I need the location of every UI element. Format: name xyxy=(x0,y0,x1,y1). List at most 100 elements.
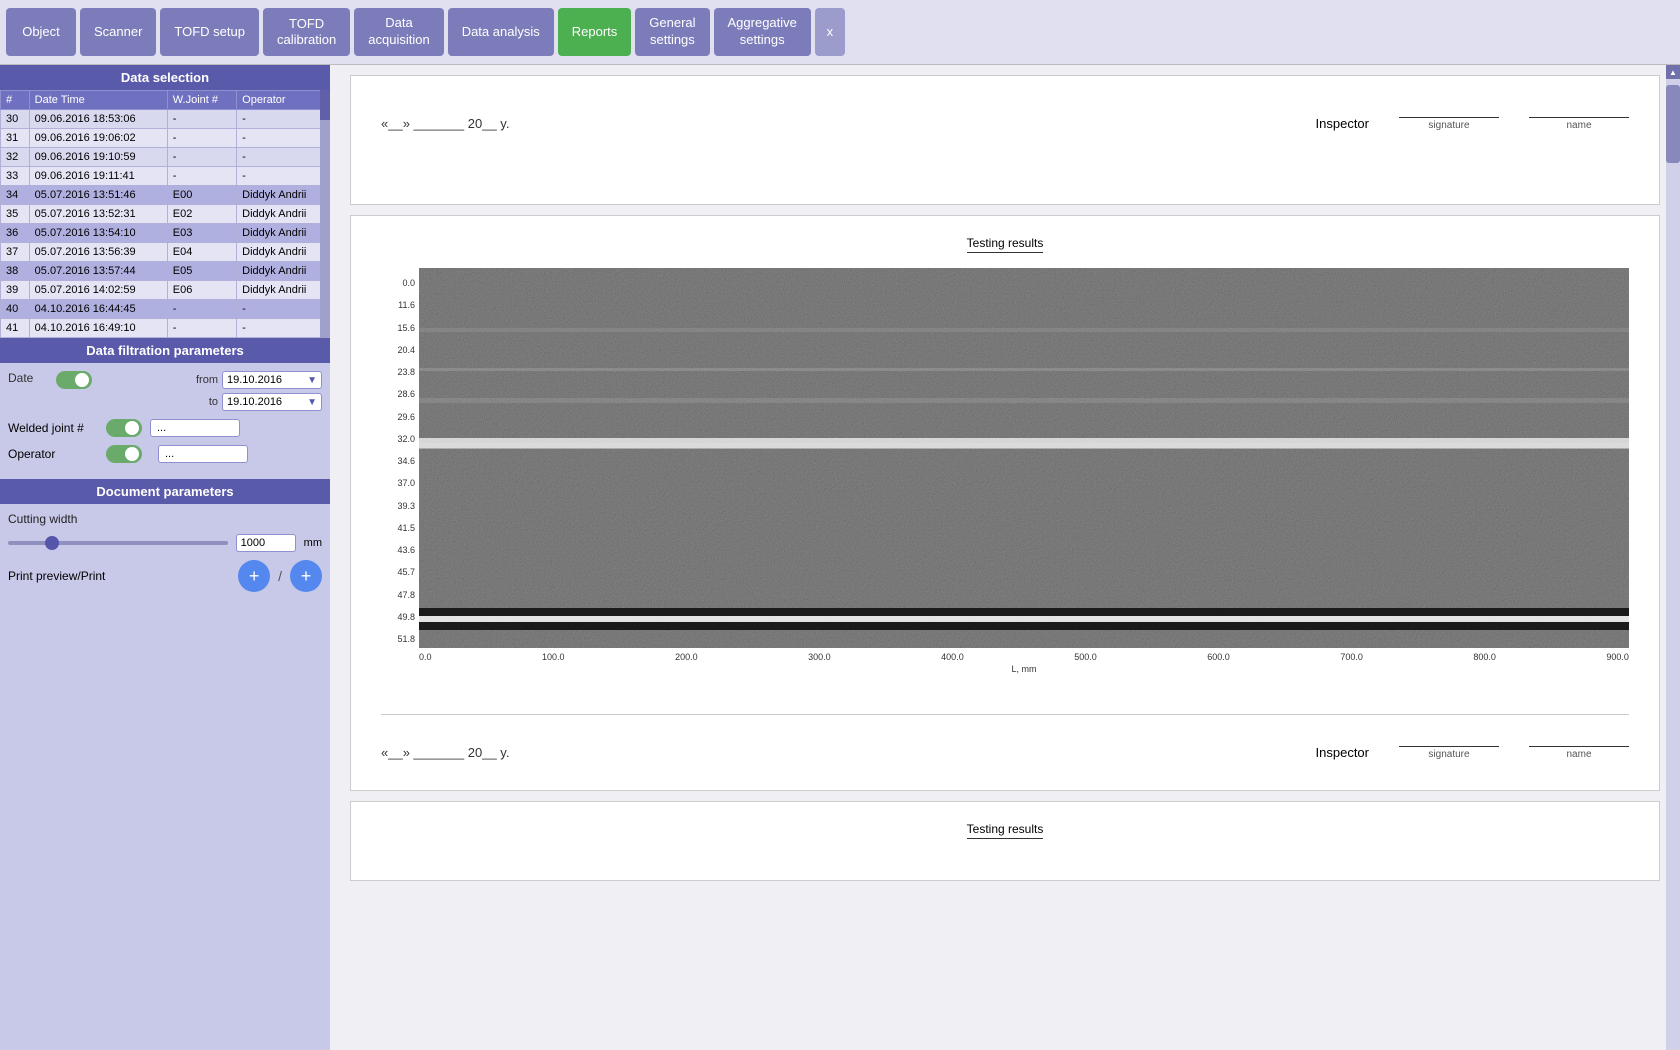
cell-num: 37 xyxy=(1,243,30,262)
sig-line-1 xyxy=(1399,117,1499,118)
cell-num: 39 xyxy=(1,281,30,300)
report-page-main: Testing results 0.011.615.620.423.828.62… xyxy=(350,215,1660,791)
testing-results-title: Testing results xyxy=(967,236,1044,253)
y-axis-label: 34.6 xyxy=(381,456,415,466)
y-axis-label: 47.8 xyxy=(381,590,415,600)
operator-toggle[interactable] xyxy=(106,445,142,463)
x-axis-label: 600.0 xyxy=(1207,652,1230,662)
cell-num: 41 xyxy=(1,319,30,338)
operator-input[interactable] xyxy=(158,445,248,463)
cell-operator: - xyxy=(237,319,330,338)
cell-num: 30 xyxy=(1,110,30,129)
name-text-2: name xyxy=(1566,749,1591,760)
weld-input[interactable] xyxy=(150,419,240,437)
date-from-input[interactable]: 19.10.2016 ▼ xyxy=(222,371,322,389)
testing-results-header-3: Testing results xyxy=(381,822,1629,839)
date-from-row: from 19.10.2016 ▼ xyxy=(100,371,322,389)
weld-filter-row: Welded joint # xyxy=(8,419,322,437)
cell-num: 40 xyxy=(1,300,30,319)
x-axis-label: 0.0 xyxy=(419,652,432,662)
cell-num: 33 xyxy=(1,167,30,186)
right-content: «__» _______ 20__ y. Inspector signature… xyxy=(330,65,1680,1050)
table-row[interactable]: 40 04.10.2016 16:44:45 - - xyxy=(1,300,330,319)
top-nav: Object Scanner TOFD setup TOFD calibrati… xyxy=(0,0,1680,65)
cell-operator: - xyxy=(237,148,330,167)
table-row[interactable]: 36 05.07.2016 13:54:10 E03 Diddyk Andrii xyxy=(1,224,330,243)
y-axis-label: 43.6 xyxy=(381,545,415,555)
table-row[interactable]: 34 05.07.2016 13:51:46 E00 Diddyk Andrii xyxy=(1,186,330,205)
cell-operator: - xyxy=(237,129,330,148)
date-to-row: to 19.10.2016 ▼ xyxy=(100,393,322,411)
bscan-x-axis: 0.0100.0200.0300.0400.0500.0600.0700.080… xyxy=(419,648,1629,662)
cell-date: 05.07.2016 13:51:46 xyxy=(29,186,167,205)
date-from-value: 19.10.2016 xyxy=(227,374,282,386)
cell-date: 05.07.2016 13:56:39 xyxy=(29,243,167,262)
inspector-line-2: «__» _______ 20__ y. Inspector signature… xyxy=(381,745,1629,770)
y-axis-label: 45.7 xyxy=(381,567,415,577)
col-operator: Operator xyxy=(237,91,330,110)
testing-results-header: Testing results xyxy=(381,236,1629,253)
table-row[interactable]: 38 05.07.2016 13:57:44 E05 Diddyk Andrii xyxy=(1,262,330,281)
nav-data-analysis[interactable]: Data analysis xyxy=(448,8,554,56)
y-axis-label: 49.8 xyxy=(381,612,415,622)
y-axis-label: 51.8 xyxy=(381,634,415,644)
date-from-arrow[interactable]: ▼ xyxy=(307,375,317,386)
nav-object[interactable]: Object xyxy=(6,8,76,56)
weld-toggle[interactable] xyxy=(106,419,142,437)
doc-params-header: Document parameters xyxy=(0,479,330,504)
table-row[interactable]: 39 05.07.2016 14:02:59 E06 Diddyk Andrii xyxy=(1,281,330,300)
table-row[interactable]: 35 05.07.2016 13:52:31 E02 Diddyk Andrii xyxy=(1,205,330,224)
cell-operator: - xyxy=(237,300,330,319)
cutting-width-row: Cutting width xyxy=(8,512,322,526)
table-row[interactable]: 37 05.07.2016 13:56:39 E04 Diddyk Andrii xyxy=(1,243,330,262)
nav-close[interactable]: x xyxy=(815,8,845,56)
y-axis-label: 20.4 xyxy=(381,345,415,355)
nav-scanner[interactable]: Scanner xyxy=(80,8,156,56)
table-row[interactable]: 33 09.06.2016 19:11:41 - - xyxy=(1,167,330,186)
testing-results-title-3: Testing results xyxy=(967,822,1044,839)
bscan-main: 0.0100.0200.0300.0400.0500.0600.0700.080… xyxy=(419,268,1629,674)
sig-text-1: signature xyxy=(1428,120,1469,131)
y-axis-label: 37.0 xyxy=(381,478,415,488)
nav-data-acq[interactable]: Data acquisition xyxy=(354,8,443,56)
date-to-input[interactable]: 19.10.2016 ▼ xyxy=(222,393,322,411)
nav-reports[interactable]: Reports xyxy=(558,8,632,56)
nav-aggregative[interactable]: Aggregative settings xyxy=(714,8,811,56)
table-scrollbar-thumb[interactable] xyxy=(320,90,330,120)
scroll-arrow-up[interactable]: ▲ xyxy=(1666,65,1680,79)
cell-num: 38 xyxy=(1,262,30,281)
cell-wjoint: - xyxy=(167,300,236,319)
table-row[interactable]: 41 04.10.2016 16:49:10 - - xyxy=(1,319,330,338)
data-selection-header: Data selection xyxy=(0,65,330,90)
y-axis-label: 29.6 xyxy=(381,412,415,422)
x-axis-label: 400.0 xyxy=(941,652,964,662)
date-to-arrow[interactable]: ▼ xyxy=(307,397,317,408)
cell-wjoint: E02 xyxy=(167,205,236,224)
cutting-width-input[interactable] xyxy=(236,534,296,552)
table-row[interactable]: 32 09.06.2016 19:10:59 - - xyxy=(1,148,330,167)
scroll-thumb-right[interactable] xyxy=(1666,85,1680,164)
table-row[interactable]: 30 09.06.2016 18:53:06 - - xyxy=(1,110,330,129)
slider-thumb[interactable] xyxy=(45,536,59,550)
page-separator xyxy=(381,714,1629,725)
right-scrollbar[interactable]: ▲ xyxy=(1666,65,1680,1050)
nav-tofd-setup[interactable]: TOFD setup xyxy=(160,8,259,56)
print-row: Print preview/Print + / + xyxy=(8,560,322,592)
cell-date: 04.10.2016 16:49:10 xyxy=(29,319,167,338)
table-row[interactable]: 31 09.06.2016 19:06:02 - - xyxy=(1,129,330,148)
cell-operator: - xyxy=(237,110,330,129)
filter-section: Date from 19.10.2016 ▼ to xyxy=(0,363,330,479)
print-btn[interactable]: + xyxy=(290,560,322,592)
y-axis-label: 39.3 xyxy=(381,501,415,511)
nav-general[interactable]: General settings xyxy=(635,8,709,56)
cutting-controls-row: mm xyxy=(8,534,322,552)
x-axis-label: 100.0 xyxy=(542,652,565,662)
cell-date: 04.10.2016 16:44:45 xyxy=(29,300,167,319)
table-scrollbar[interactable] xyxy=(320,90,330,338)
date-toggle[interactable] xyxy=(56,371,92,389)
cell-num: 31 xyxy=(1,129,30,148)
cell-date: 09.06.2016 18:53:06 xyxy=(29,110,167,129)
cell-wjoint: E00 xyxy=(167,186,236,205)
print-preview-btn[interactable]: + xyxy=(238,560,270,592)
nav-tofd-calib[interactable]: TOFD calibration xyxy=(263,8,350,56)
